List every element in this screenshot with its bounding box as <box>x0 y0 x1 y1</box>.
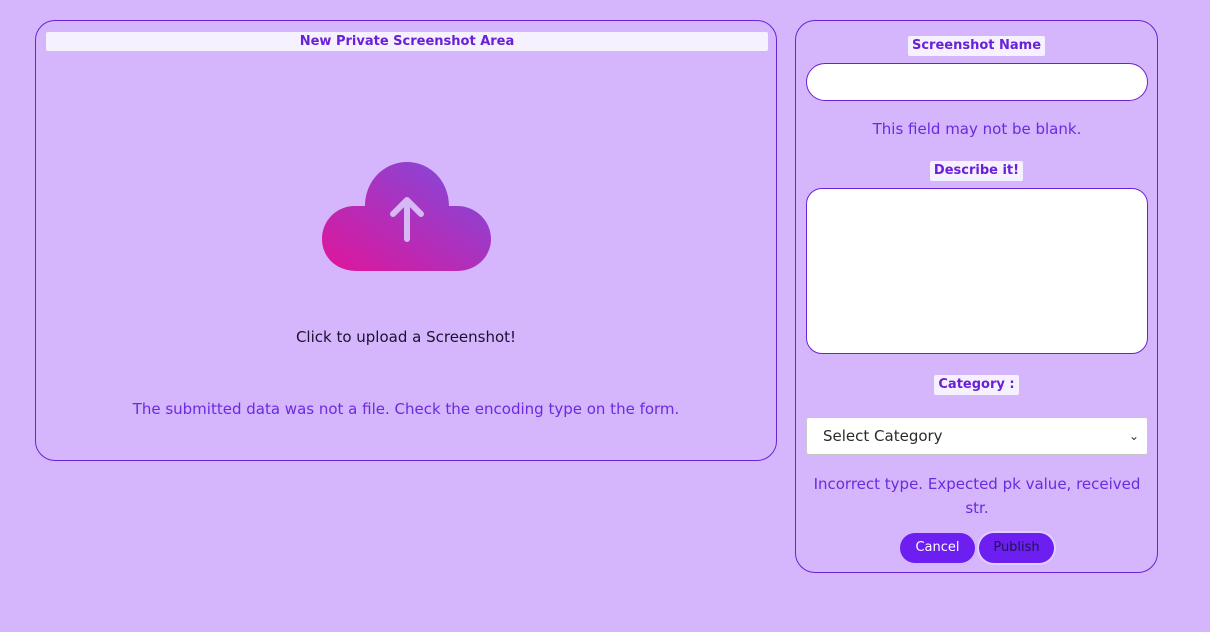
name-label: Screenshot Name <box>907 36 1046 56</box>
category-label: Category : <box>934 375 1019 395</box>
publish-button[interactable]: Publish <box>979 533 1054 563</box>
description-label: Describe it! <box>929 161 1024 181</box>
description-label-row: Describe it! <box>796 159 1157 181</box>
category-error-message: Incorrect type. Expected pk value, recei… <box>813 475 1141 517</box>
form-panel: Screenshot Name This field may not be bl… <box>795 20 1158 573</box>
upload-error-message: The submitted data was not a file. Check… <box>132 400 680 418</box>
screenshot-name-input[interactable] <box>806 63 1148 101</box>
panel-title: New Private Screenshot Area <box>46 32 768 51</box>
cancel-button[interactable]: Cancel <box>900 533 975 563</box>
category-label-row: Category : <box>796 373 1157 395</box>
name-label-row: Screenshot Name <box>796 34 1157 56</box>
category-select[interactable]: Select Category ⌄ <box>806 417 1148 455</box>
category-selected-value: Select Category <box>823 427 943 445</box>
upload-panel: New Private Screenshot Area Click to upl… <box>35 20 777 461</box>
upload-prompt[interactable]: Click to upload a Screenshot! <box>36 328 776 346</box>
cloud-upload-icon[interactable] <box>321 161 493 277</box>
description-textarea[interactable] <box>806 188 1148 354</box>
name-error-message: This field may not be blank. <box>872 120 1082 138</box>
chevron-down-icon: ⌄ <box>1128 429 1139 443</box>
